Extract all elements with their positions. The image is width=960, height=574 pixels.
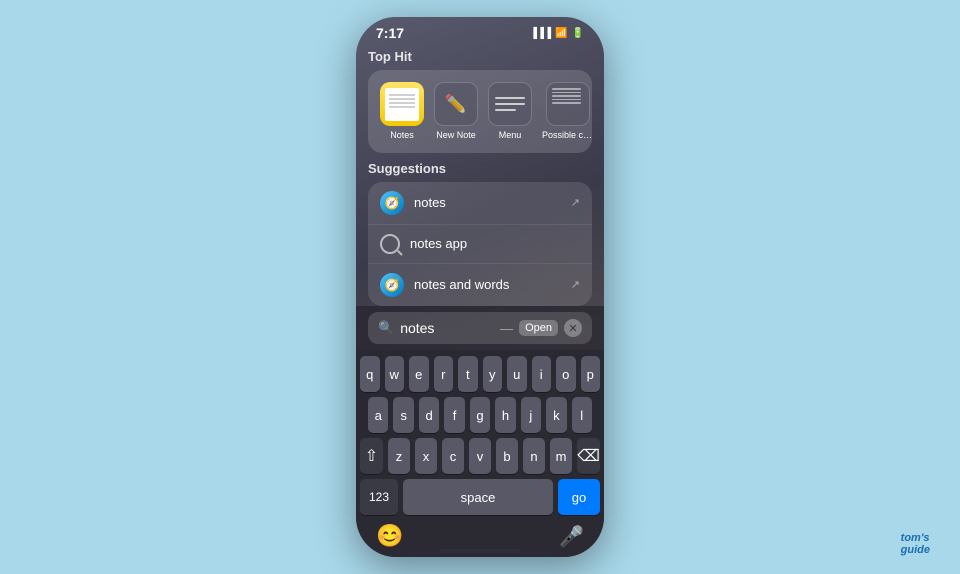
toms-guide-watermark: tom's guide <box>901 532 930 556</box>
search-open-badge: Open <box>519 320 558 336</box>
c3 <box>552 95 581 97</box>
app-label-cruises: Possible cruises to… <box>542 130 594 141</box>
app-item-cruises[interactable]: Possible cruises to… <box>542 82 594 141</box>
phone-content: 7:17 ▐▐▐ 📶 🔋 Top Hit Notes ✏️ <box>356 17 604 557</box>
menu-line-1 <box>495 97 525 99</box>
status-icons: ▐▐▐ 📶 🔋 <box>530 28 584 39</box>
go-key[interactable]: go <box>558 479 600 515</box>
battery-icon: 🔋 <box>572 28 584 39</box>
emoji-icon[interactable]: 😊 <box>376 523 403 549</box>
app-label-new-note: New Note <box>436 130 476 141</box>
key-x[interactable]: x <box>415 438 437 474</box>
signal-icon: ▐▐▐ <box>530 28 551 39</box>
space-key[interactable]: space <box>403 479 553 515</box>
top-hit-label: Top Hit <box>368 49 592 64</box>
shift-key[interactable]: ⇧ <box>360 438 383 474</box>
search-icon-suggestion <box>380 234 400 254</box>
pencil-icon: ✏️ <box>445 94 467 115</box>
key-u[interactable]: u <box>507 356 527 392</box>
search-icon-bar: 🔍 <box>378 320 394 336</box>
notes-app-icon-big <box>380 82 424 126</box>
keyboard: q w e r t y u i o p a s d f g h j k <box>356 350 604 519</box>
keyboard-row-3: ⇧ z x c v b n m ⌫ <box>360 438 600 474</box>
bottom-bar: 😊 🎤 <box>356 519 604 557</box>
key-f[interactable]: f <box>444 397 464 433</box>
search-dash: — <box>500 321 513 336</box>
key-i[interactable]: i <box>532 356 552 392</box>
search-bar[interactable]: 🔍 notes — Open ✕ <box>368 312 592 344</box>
search-bar-container: 🔍 notes — Open ✕ <box>356 306 604 350</box>
key-l[interactable]: l <box>572 397 592 433</box>
delete-key[interactable]: ⌫ <box>577 438 600 474</box>
arrow-icon-1: ↗ <box>571 196 580 209</box>
key-v[interactable]: v <box>469 438 491 474</box>
search-query-text: notes <box>400 320 494 336</box>
mic-icon[interactable]: 🎤 <box>559 524 584 549</box>
safari-icon-2: 🧭 <box>380 273 404 297</box>
suggestions-card: 🧭 notes ↗ notes app 🧭 notes and words ↗ <box>368 182 592 306</box>
key-y[interactable]: y <box>483 356 503 392</box>
wifi-icon: 📶 <box>555 28 567 39</box>
suggestion-notes-and-words[interactable]: 🧭 notes and words ↗ <box>368 264 592 306</box>
safari-icon-1: 🧭 <box>380 191 404 215</box>
c1 <box>552 88 581 90</box>
arrow-icon-2: ↗ <box>571 278 580 291</box>
numbers-key[interactable]: 123 <box>360 479 398 515</box>
toms-guide-line2: guide <box>901 544 930 556</box>
app-item-menu[interactable]: Menu <box>488 82 532 141</box>
status-bar: 7:17 ▐▐▐ 📶 🔋 <box>356 17 604 45</box>
suggestions-label: Suggestions <box>368 161 592 176</box>
key-k[interactable]: k <box>546 397 566 433</box>
key-b[interactable]: b <box>496 438 518 474</box>
key-z[interactable]: z <box>388 438 410 474</box>
app-label-notes: Notes <box>390 130 414 141</box>
key-o[interactable]: o <box>556 356 576 392</box>
menu-line-3 <box>495 109 516 111</box>
app-label-menu: Menu <box>499 130 522 141</box>
new-note-icon: ✏️ <box>434 82 478 126</box>
keyboard-row-2: a s d f g h j k l <box>360 397 600 433</box>
status-time: 7:17 <box>376 25 404 41</box>
c5 <box>552 102 581 104</box>
key-a[interactable]: a <box>368 397 388 433</box>
toms-guide-line1: tom's <box>901 532 930 544</box>
key-p[interactable]: p <box>581 356 601 392</box>
key-n[interactable]: n <box>523 438 545 474</box>
menu-icon <box>488 82 532 126</box>
key-j[interactable]: j <box>521 397 541 433</box>
key-t[interactable]: t <box>458 356 478 392</box>
c4 <box>552 99 581 101</box>
key-e[interactable]: e <box>409 356 429 392</box>
suggestion-text-notes-words: notes and words <box>414 277 561 292</box>
suggestion-text-notes: notes <box>414 195 561 210</box>
app-item-notes[interactable]: Notes <box>380 82 424 141</box>
keyboard-row-1: q w e r t y u i o p <box>360 356 600 392</box>
key-c[interactable]: c <box>442 438 464 474</box>
key-d[interactable]: d <box>419 397 439 433</box>
top-hit-card: Notes ✏️ New Note Menu <box>368 70 592 153</box>
key-h[interactable]: h <box>495 397 515 433</box>
suggestion-text-notes-app: notes app <box>410 236 580 251</box>
menu-line-2 <box>495 103 525 105</box>
key-w[interactable]: w <box>385 356 405 392</box>
cruises-icon <box>546 82 590 126</box>
key-m[interactable]: m <box>550 438 572 474</box>
c2 <box>552 92 581 94</box>
app-item-new-note[interactable]: ✏️ New Note <box>434 82 478 141</box>
key-q[interactable]: q <box>360 356 380 392</box>
suggestion-notes[interactable]: 🧭 notes ↗ <box>368 182 592 225</box>
key-r[interactable]: r <box>434 356 454 392</box>
suggestion-notes-app[interactable]: notes app <box>368 225 592 264</box>
key-s[interactable]: s <box>393 397 413 433</box>
clear-search-button[interactable]: ✕ <box>564 319 582 337</box>
phone-frame: 7:17 ▐▐▐ 📶 🔋 Top Hit Notes ✏️ <box>356 17 604 557</box>
keyboard-row-4: 123 space go <box>360 479 600 515</box>
key-g[interactable]: g <box>470 397 490 433</box>
spotlight-area: Top Hit Notes ✏️ New Note <box>356 45 604 306</box>
